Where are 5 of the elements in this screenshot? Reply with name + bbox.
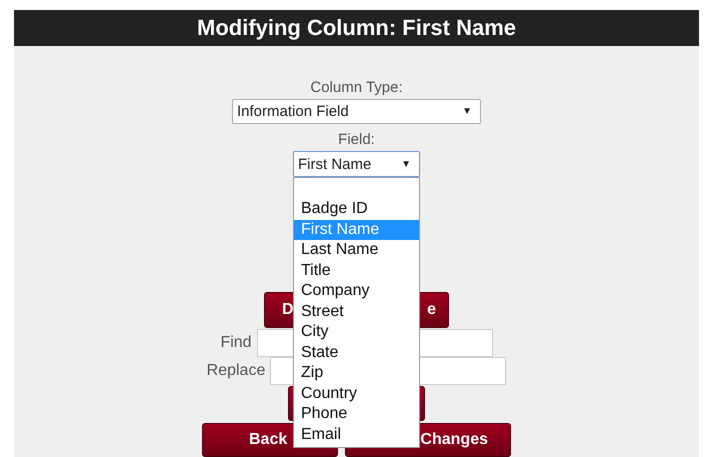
replace-label: Replace	[206, 362, 266, 380]
field-label: Field:	[338, 131, 375, 149]
page-title: Modifying Column: First Name	[197, 15, 516, 41]
column-type-label: Column Type:	[310, 79, 403, 97]
find-label: Find	[220, 334, 252, 352]
